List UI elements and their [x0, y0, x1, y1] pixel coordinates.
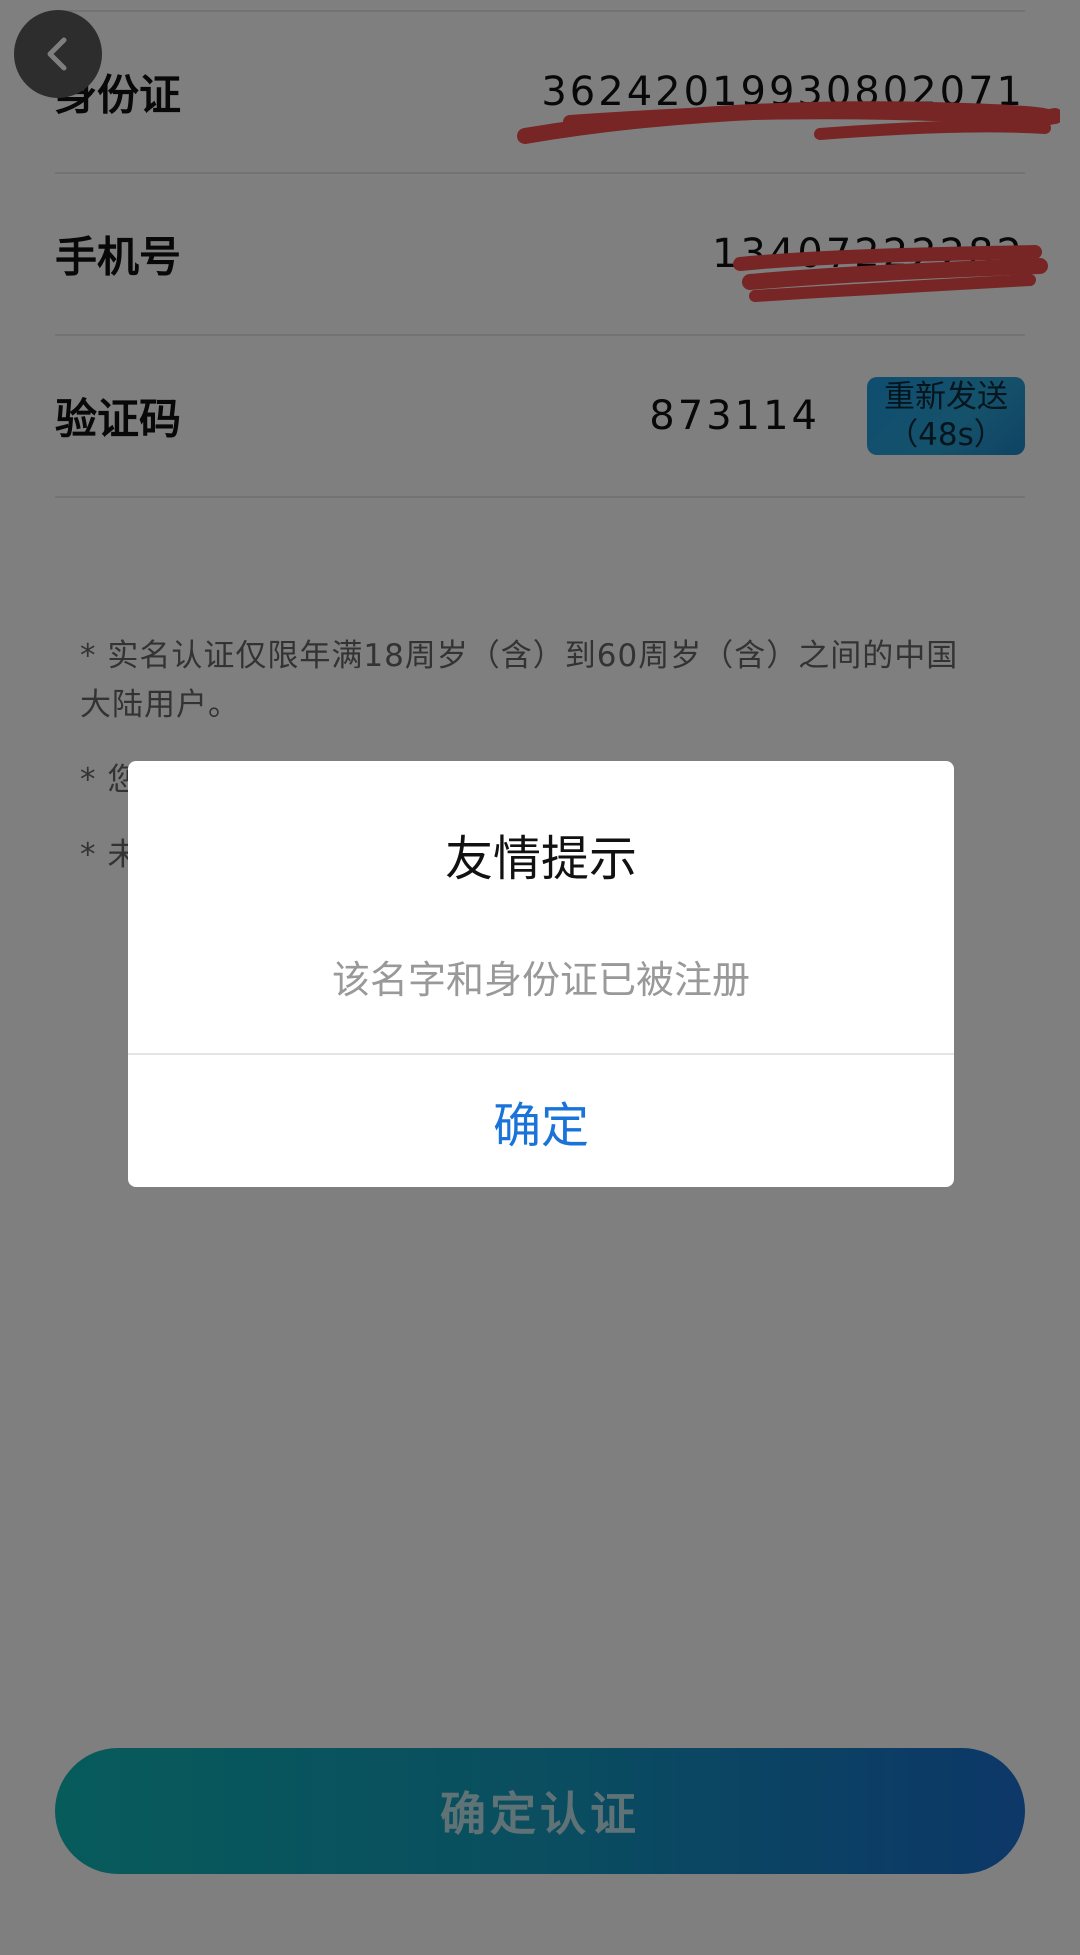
verification-page: 身份证 36242019930802071 手机号 13407222282 验证… [0, 0, 1080, 1955]
dialog-title: 友情提示 [444, 831, 637, 887]
dialog-confirm-button[interactable]: 确定 [128, 1055, 954, 1187]
alert-dialog: 友情提示 该名字和身份证已被注册 确定 [128, 761, 954, 1187]
dialog-message: 该名字和身份证已被注册 [331, 958, 750, 1002]
